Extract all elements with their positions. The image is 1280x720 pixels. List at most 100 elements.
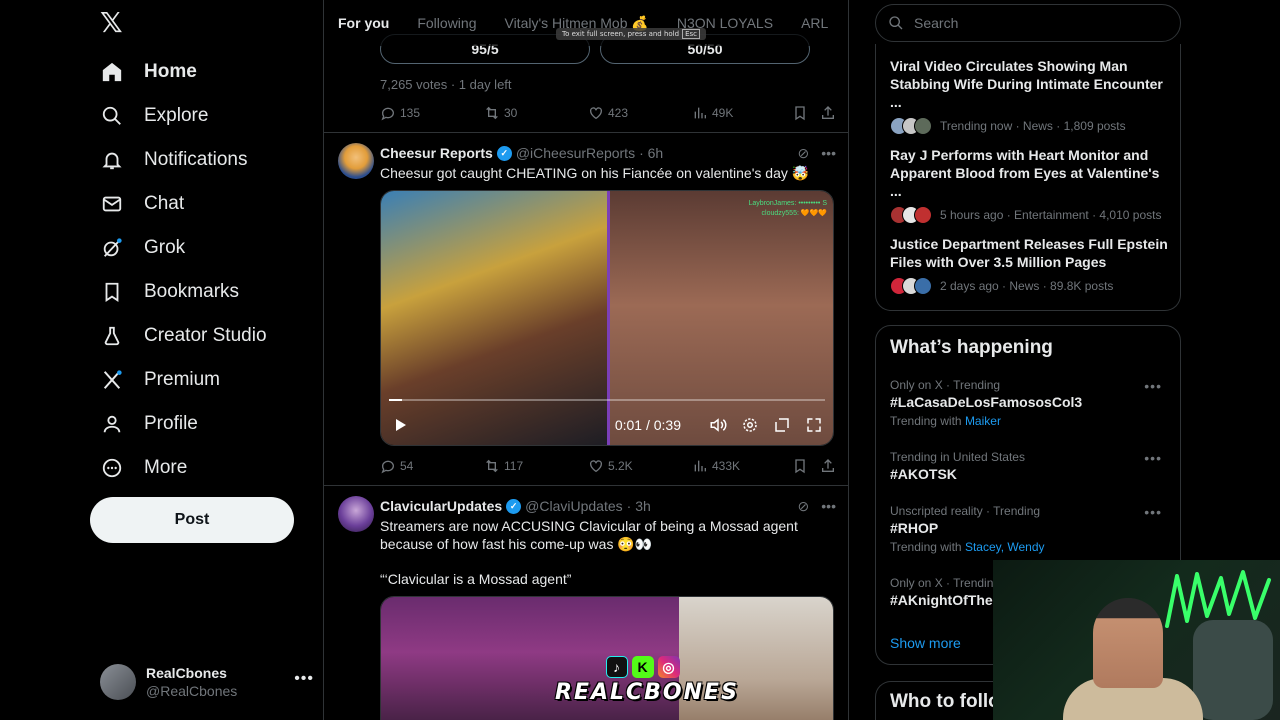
views-icon — [694, 107, 706, 119]
like-count: 5.2K — [608, 459, 633, 473]
x-logo-icon[interactable]: 𝕏 — [100, 9, 126, 37]
instagram-icon: ◎ — [657, 656, 680, 678]
show-more-link[interactable]: Show more — [890, 635, 961, 651]
trend-item[interactable]: Unscripted reality · Trending #RHOP Tren… — [890, 504, 1170, 554]
tweet-more-icon[interactable]: ••• — [821, 145, 836, 162]
settings-gear-icon[interactable] — [741, 416, 759, 434]
tweet-author-handle[interactable]: @iCheesurReports — [516, 145, 635, 161]
like-button[interactable]: 423 — [588, 105, 692, 121]
person-icon — [100, 412, 124, 436]
chat-line: cloudzy555: 🧡🧡🧡 — [761, 210, 827, 217]
tab-following[interactable]: Following — [403, 0, 490, 46]
nav-profile[interactable]: Profile — [100, 404, 198, 444]
trend-name: #LaCasaDeLosFamososCol3 — [890, 394, 1083, 410]
like-button[interactable]: 5.2K — [588, 458, 692, 474]
nav-explore[interactable]: Explore — [100, 96, 208, 136]
mail-icon — [100, 192, 124, 216]
views-count: 433K — [712, 459, 741, 473]
news-item[interactable]: Justice Department Releases Full Epstein… — [890, 235, 1170, 295]
tweet-author-name[interactable]: Cheesur Reports — [380, 145, 493, 161]
verified-badge-icon: ✓ — [496, 145, 512, 161]
nav-premium[interactable]: Premium — [100, 360, 220, 400]
nav-more[interactable]: More — [100, 448, 187, 488]
repost-button[interactable]: 30 — [484, 105, 588, 121]
streamer-person — [1093, 598, 1163, 688]
views-button[interactable]: 433K — [692, 458, 792, 474]
nav-chat[interactable]: Chat — [100, 184, 184, 224]
share-icon — [822, 459, 834, 472]
video-progress-bar[interactable] — [389, 399, 825, 401]
play-icon[interactable] — [391, 416, 409, 434]
nav-grok[interactable]: Grok — [100, 228, 185, 268]
nav-bookmarks[interactable]: Bookmarks — [100, 272, 239, 312]
tweet-more-icon[interactable]: ••• — [821, 498, 836, 515]
share-button[interactable] — [820, 458, 836, 474]
trend-more-icon[interactable]: ••• — [1144, 378, 1162, 394]
trend-with-link[interactable]: Stacey, Wendy — [965, 540, 1045, 554]
trend-with-link[interactable]: Maiker — [965, 414, 1001, 428]
video-controls: 0:01 / 0:39 — [381, 405, 833, 445]
views-icon — [694, 460, 706, 472]
pip-icon[interactable] — [773, 416, 791, 434]
bookmark-button[interactable] — [792, 458, 808, 474]
tab-arl[interactable]: ARL — [787, 0, 842, 46]
tweet-author-name[interactable]: ClavicularUpdates — [380, 498, 502, 514]
tab-for-you[interactable]: For you — [324, 0, 403, 46]
like-count: 423 — [608, 106, 629, 120]
views-button[interactable]: 49K — [692, 105, 792, 121]
news-item[interactable]: Ray J Performs with Heart Monitor and Ap… — [890, 146, 1170, 224]
bookmark-button[interactable] — [792, 105, 808, 121]
tweet-author-handle[interactable]: @ClaviUpdates — [525, 498, 622, 514]
trend-item[interactable]: Only on X · Trending #LaCasaDeLosFamosos… — [890, 378, 1170, 428]
repost-button[interactable]: 117 — [484, 458, 588, 474]
share-icon — [822, 106, 834, 119]
tweet-avatar[interactable] — [338, 496, 374, 532]
fullscreen-icon[interactable] — [805, 416, 823, 434]
tweet-video[interactable]: LaybronJames: ••••••••• S cloudzy555: 🧡🧡… — [380, 190, 834, 446]
trend-more-icon[interactable]: ••• — [1144, 450, 1162, 466]
tab-y[interactable]: Y — [842, 0, 848, 46]
news-item[interactable]: Viral Video Circulates Showing Man Stabb… — [890, 57, 1170, 135]
nav-grok-label: Grok — [144, 237, 186, 258]
fullscreen-hint-text: To exit full screen, press and hold — [562, 30, 680, 38]
post-button[interactable]: Post — [90, 497, 294, 543]
grok-icon[interactable]: ⊘ — [798, 145, 810, 162]
nav-notifications-label: Notifications — [144, 149, 248, 170]
nav-more-label: More — [144, 457, 188, 478]
search-icon — [889, 16, 903, 30]
tweet-time[interactable]: · 3h — [627, 498, 651, 514]
trend-more-icon[interactable]: ••• — [1144, 504, 1162, 520]
tweet-text: Streamers are now ACCUSING Clavicular of… — [380, 518, 798, 552]
trend-with-label: Trending with — [890, 414, 962, 428]
share-button[interactable] — [820, 105, 836, 121]
reply-icon — [381, 460, 394, 474]
volume-icon[interactable] — [709, 416, 727, 434]
tweet-time[interactable]: · 6h — [639, 145, 663, 161]
repost-icon — [486, 106, 498, 120]
left-nav: 𝕏 Home Explore Notifications Chat Grok B… — [88, 0, 320, 720]
whats-happening-title: What’s happening — [890, 337, 1053, 358]
poll-meta: 7,265 votes · 1 day left — [380, 77, 512, 92]
grok-icon[interactable]: ⊘ — [798, 498, 810, 515]
who-to-follow-title: Who to follo — [890, 691, 1000, 712]
nav-notifications[interactable]: Notifications — [100, 140, 248, 180]
trend-item[interactable]: Trending in United States #AKOTSK ••• — [890, 450, 1170, 482]
tweet-header: Cheesur Reports ✓ @iCheesurReports · 6h — [380, 145, 663, 161]
timeline: For you Following Vitaly's Hitmen Mob 💰 … — [323, 0, 849, 720]
nav-home[interactable]: Home — [100, 52, 197, 92]
search-icon — [100, 104, 124, 128]
tweet-cheesur[interactable]: Cheesur Reports ✓ @iCheesurReports · 6h … — [324, 133, 848, 485]
nav-creator-studio[interactable]: Creator Studio — [100, 316, 267, 356]
nav-chat-label: Chat — [144, 193, 185, 214]
reply-button[interactable]: 135 — [380, 105, 484, 121]
nav-home-label: Home — [144, 61, 197, 82]
views-count: 49K — [712, 106, 734, 120]
account-switcher[interactable]: RealCbones @RealCbones ••• — [100, 660, 314, 704]
account-more-icon[interactable]: ••• — [294, 670, 314, 688]
reply-button[interactable]: 54 — [380, 458, 484, 474]
tweet-avatar[interactable] — [338, 143, 374, 179]
search-input[interactable] — [914, 15, 1154, 31]
x-icon — [100, 368, 124, 392]
search-box[interactable] — [875, 4, 1181, 42]
trend-with: Trending with Stacey, Wendy — [890, 540, 1170, 554]
